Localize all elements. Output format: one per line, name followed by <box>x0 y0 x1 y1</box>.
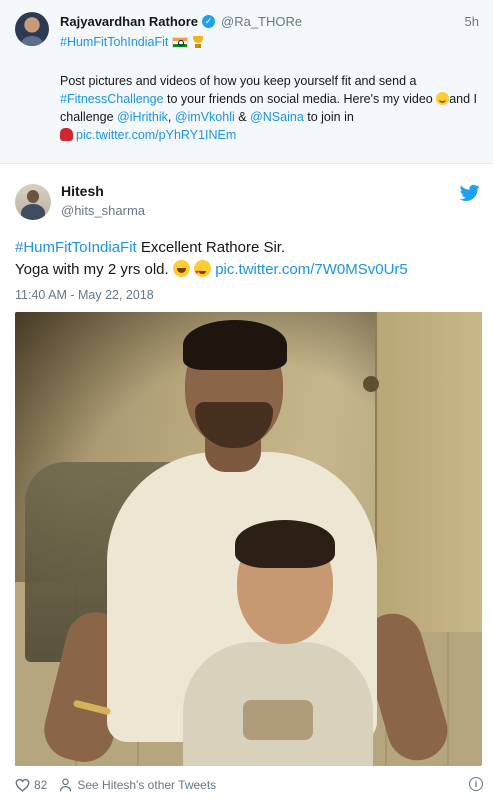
separator-text: & <box>234 110 251 124</box>
tweet-pic-link[interactable]: pic.twitter.com/7W0MSv0Ur5 <box>215 261 408 278</box>
photo-man-hair <box>183 320 287 370</box>
fitness-challenge-hashtag[interactable]: #FitnessChallenge <box>60 92 164 106</box>
tweet-photo[interactable] <box>15 312 482 766</box>
quoted-body-text: to your friends on social media. Here's … <box>163 92 437 106</box>
quoted-tweet-header: Rajyavardhan Rathore ✓ @Ra_THORe <box>60 14 302 29</box>
tweet-footer: 82 See Hitesh's other Tweets i <box>15 776 485 794</box>
quoted-tweet[interactable]: Rajyavardhan Rathore ✓ @Ra_THORe 5h #Hum… <box>0 0 493 164</box>
photo-child-hair <box>235 520 335 568</box>
like-count[interactable]: 82 <box>34 778 47 792</box>
person-icon <box>60 778 72 792</box>
quoted-author-handle[interactable]: @Ra_THORe <box>221 14 302 29</box>
tweet-text-line2: Yoga with my 2 yrs old. <box>15 261 173 278</box>
author-name[interactable]: Hitesh <box>61 183 104 199</box>
info-icon[interactable]: i <box>469 777 483 791</box>
tweet-text-line1: Excellent Rathore Sir. <box>136 239 286 256</box>
twitter-bird-icon[interactable] <box>460 184 480 202</box>
quoted-pic-link[interactable]: pic.twitter.com/pYhRY1INEm <box>76 128 236 142</box>
quoted-author-name[interactable]: Rajyavardhan Rathore <box>60 14 198 29</box>
photo-door-knob <box>363 376 379 392</box>
verified-badge-icon: ✓ <box>202 15 215 28</box>
tweet-timestamp[interactable]: 11:40 AM - May 22, 2018 <box>15 288 154 302</box>
quoted-hashtag-line: #HumFitTohIndiaFit <box>60 35 204 49</box>
mention-vkohli[interactable]: @imVkohli <box>175 110 235 124</box>
author-handle[interactable]: @hits_sharma <box>61 203 145 218</box>
grinning-emoji-icon <box>172 260 190 277</box>
tweet-hashtag-link[interactable]: #HumFitToIndiaFit <box>15 239 137 256</box>
boxing-glove-icon <box>60 128 73 141</box>
trophy-icon <box>192 35 204 49</box>
quoted-author-avatar[interactable] <box>15 12 49 46</box>
mention-hrithik[interactable]: @iHrithik <box>117 110 168 124</box>
quoted-tweet-time[interactable]: 5h <box>465 14 479 29</box>
quoted-hashtag-link[interactable]: #HumFitTohIndiaFit <box>60 35 168 49</box>
india-flag-icon <box>172 36 189 48</box>
tweet-text: #HumFitToIndiaFit Excellent Rathore Sir.… <box>15 237 485 284</box>
quoted-body-text: to join in <box>303 110 354 124</box>
photo-child-shirt-print <box>243 700 313 740</box>
see-other-tweets-link[interactable]: See Hitesh's other Tweets <box>77 778 216 792</box>
quoted-body-text: Post pictures and videos of how you keep… <box>60 74 417 88</box>
mention-nsaina[interactable]: @NSaina <box>250 110 304 124</box>
heart-icon[interactable] <box>15 778 30 792</box>
smile-emoji-icon <box>436 92 450 105</box>
heart-eyes-emoji-icon <box>194 260 212 284</box>
quoted-tweet-body: Post pictures and videos of how you keep… <box>60 72 480 144</box>
photo-door <box>375 312 482 632</box>
author-avatar[interactable] <box>15 184 51 220</box>
separator-text: , <box>167 110 175 124</box>
